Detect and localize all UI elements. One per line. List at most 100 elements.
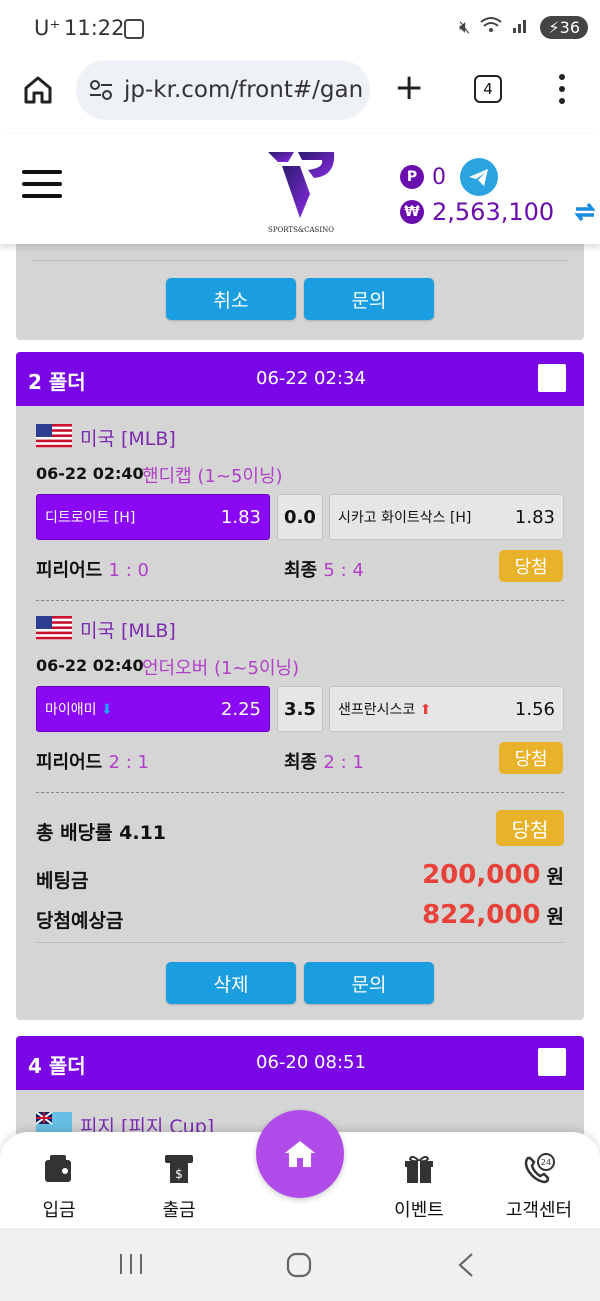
inquiry-button[interactable]: 문의 xyxy=(304,962,434,1004)
result-badge: 당첨 xyxy=(499,550,563,582)
divider xyxy=(36,600,564,601)
inquiry-button[interactable]: 문의 xyxy=(304,278,434,320)
home-system-icon[interactable] xyxy=(286,1252,312,1278)
site-logo[interactable]: SPORTS&CASINO xyxy=(264,148,338,240)
status-bar: U⁺ 11:22 🔇︎ ⚡36 xyxy=(0,0,600,60)
points-display: P 0 xyxy=(400,158,498,196)
mute-icon: 🔇︎ xyxy=(459,17,471,38)
nav-deposit[interactable]: 입금 xyxy=(14,1152,104,1222)
delete-button[interactable]: 삭제 xyxy=(166,962,296,1004)
period-label: 피리어드 xyxy=(36,752,103,773)
handicap-line: 0.0 xyxy=(277,494,323,540)
nav-event[interactable]: 이벤트 xyxy=(374,1152,464,1222)
address-bar[interactable]: jp-kr.com/front#/gan xyxy=(76,60,370,120)
status-icons: 🔇︎ ⚡36 xyxy=(459,16,588,39)
us-flag-icon xyxy=(36,424,72,448)
points-value: 0 xyxy=(432,164,446,190)
screenshot-icon xyxy=(124,19,144,39)
bet-amount-value: 200,000 xyxy=(422,860,541,890)
expected-win-amount: 822,000 원 xyxy=(422,900,564,930)
away-team-pick[interactable]: 시카고 화이트삭스 [H] 1.83 xyxy=(329,494,564,540)
new-tab-button[interactable]: + xyxy=(394,70,424,106)
team-name-with-arrow: 샌프란시스코 ⬆ xyxy=(338,699,431,719)
us-flag-icon xyxy=(36,616,72,640)
bet-amount-label: 베팅금 xyxy=(36,870,89,892)
divider xyxy=(32,260,568,261)
away-team-pick[interactable]: 샌프란시스코 ⬆ 1.56 xyxy=(329,686,564,732)
tab-switcher-button[interactable]: 4 xyxy=(474,75,502,103)
odds-value: 1.83 xyxy=(514,506,555,528)
currency-unit: 원 xyxy=(546,866,564,888)
team-name-with-arrow: 마이애미 ⬇ xyxy=(45,699,113,719)
site-settings-icon[interactable] xyxy=(88,79,114,101)
odds-value: 2.25 xyxy=(220,698,261,720)
currency-badge: ₩ xyxy=(400,200,424,224)
nav-label: 입금 xyxy=(42,1200,76,1221)
expected-win-value: 822,000 xyxy=(422,900,541,930)
team-name: 시카고 화이트삭스 [H] xyxy=(338,510,472,526)
bet-card-2-folder: 2 폴더 06-22 02:34 미국 [MLB] 06-22 02:40 핸디… xyxy=(16,352,584,1020)
bet-card-header: 2 폴더 06-22 02:34 xyxy=(16,352,584,406)
over-under-line: 3.5 xyxy=(277,686,323,732)
expected-win-label: 당첨예상금 xyxy=(36,910,124,932)
back-icon[interactable] xyxy=(456,1252,476,1278)
logo-tagline: SPORTS&CASINO xyxy=(268,226,334,234)
league-label: 미국 [MLB] xyxy=(80,428,176,450)
divider xyxy=(36,942,564,943)
bet-datetime: 06-22 02:34 xyxy=(256,368,366,389)
bet-card-previous: 취소 문의 xyxy=(16,244,584,340)
wifi-icon xyxy=(480,16,503,39)
odds-value: 1.83 xyxy=(220,506,261,528)
team-name: 마이애미 xyxy=(45,702,97,718)
home-team-pick[interactable]: 디트로이트 [H] 1.83 xyxy=(36,494,270,540)
game-time: 06-22 02:40 xyxy=(36,656,144,675)
recent-apps-icon[interactable] xyxy=(118,1252,144,1276)
period-score-value: 1 : 0 xyxy=(108,560,149,581)
market-type: 핸디캡 (1~5이닝) xyxy=(142,466,283,487)
bet-amount: 200,000 원 xyxy=(422,860,564,890)
system-navigation-bar xyxy=(0,1228,600,1301)
final-score-value: 2 : 1 xyxy=(323,752,364,773)
telegram-icon[interactable] xyxy=(460,158,498,196)
more-options-icon[interactable] xyxy=(552,72,572,106)
cancel-button[interactable]: 취소 xyxy=(166,278,296,320)
clock: 11:22 xyxy=(64,16,125,40)
period-score: 피리어드 1 : 0 xyxy=(36,556,149,582)
period-score: 피리어드 2 : 1 xyxy=(36,748,149,774)
arrow-down-icon: ⬇ xyxy=(100,702,113,718)
home-team-pick[interactable]: 마이애미 ⬇ 2.25 xyxy=(36,686,270,732)
nav-withdraw[interactable]: $ 출금 xyxy=(134,1152,224,1222)
final-label: 최종 xyxy=(284,752,318,773)
support-24-icon: 24 xyxy=(524,1153,555,1184)
gift-icon xyxy=(405,1155,433,1183)
fiji-flag-icon xyxy=(36,1112,72,1134)
nav-label: 출금 xyxy=(162,1200,196,1221)
refresh-icon[interactable] xyxy=(572,199,598,225)
home-icon[interactable] xyxy=(22,74,54,106)
folder-count: 2 폴더 xyxy=(28,370,86,394)
cash-withdraw-icon: $ xyxy=(165,1155,193,1183)
league-label: 미국 [MLB] xyxy=(80,620,176,642)
home-icon xyxy=(285,1141,315,1167)
bet-card-header: 4 폴더 06-20 08:51 xyxy=(16,1036,584,1090)
bet-datetime: 06-20 08:51 xyxy=(256,1052,366,1073)
nav-home-button[interactable] xyxy=(256,1110,344,1198)
market-type: 언더오버 (1~5이닝) xyxy=(142,658,300,679)
period-score-value: 2 : 1 xyxy=(108,752,149,773)
points-badge: P xyxy=(400,165,424,189)
url-text: jp-kr.com/front#/gan xyxy=(124,77,364,103)
menu-icon[interactable] xyxy=(22,170,62,202)
final-score: 최종 5 : 4 xyxy=(284,556,364,582)
bet-history-list[interactable]: 취소 문의 2 폴더 06-22 02:34 미국 [MLB] 06-22 02… xyxy=(0,244,600,1134)
battery-icon: ⚡36 xyxy=(540,16,588,39)
final-score-value: 5 : 4 xyxy=(323,560,364,581)
arrow-up-icon: ⬆ xyxy=(419,702,432,718)
result-badge: 당첨 xyxy=(499,742,563,774)
nav-support[interactable]: 24 고객센터 xyxy=(494,1152,584,1222)
balance-display: ₩ 2,563,100 xyxy=(400,198,598,226)
select-checkbox[interactable] xyxy=(538,1048,566,1076)
odds-value: 1.56 xyxy=(514,698,555,720)
currency-unit: 원 xyxy=(546,906,564,928)
balance-value: 2,563,100 xyxy=(432,198,555,226)
select-checkbox[interactable] xyxy=(538,364,566,392)
